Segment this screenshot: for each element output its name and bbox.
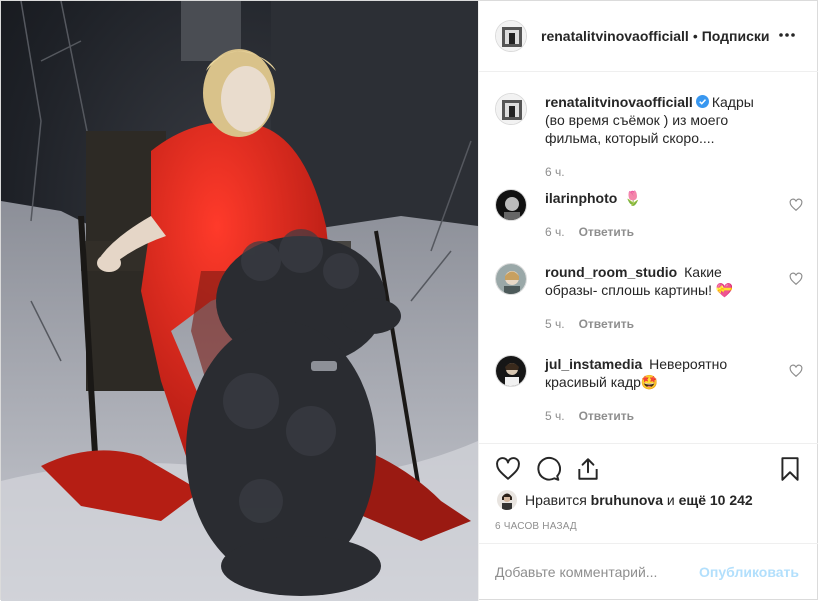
header-user: renatalitvinovaofficiall • Подписки [541, 28, 770, 44]
caption-avatar[interactable] [495, 93, 527, 125]
comment-body: jul_instamedia Невероятно красивый кадр🤩 [545, 355, 775, 391]
comment-username[interactable]: ilarinphoto [545, 190, 617, 206]
author-username[interactable]: renatalitvinovaofficiall [541, 28, 689, 44]
heart-icon[interactable] [789, 272, 803, 286]
comment-body: round_room_studio Какие образы- сплошь к… [545, 263, 775, 299]
caption-time[interactable]: 6 ч. [545, 165, 565, 179]
comment-avatar[interactable] [495, 189, 527, 221]
liker-username[interactable]: bruhunova [591, 492, 663, 508]
comment-username[interactable]: round_room_studio [545, 264, 677, 280]
reply-button[interactable]: Ответить [579, 409, 634, 423]
likes-count[interactable]: ещё 10 242 [679, 492, 753, 508]
comment-body: ilarinphoto 🌷 [545, 189, 775, 207]
post-actions: Нравится bruhunova и ещё 10 242 6 ЧАСОВ … [479, 443, 818, 543]
comment-username[interactable]: jul_instamedia [545, 356, 642, 372]
follow-button[interactable]: Подписки [702, 28, 770, 44]
post-timestamp[interactable]: 6 ЧАСОВ НАЗАД [495, 521, 577, 532]
header-separator: • [692, 28, 698, 44]
publish-button[interactable]: Опубликовать [699, 564, 799, 580]
heart-icon[interactable] [789, 198, 803, 212]
comment-input[interactable] [495, 562, 695, 582]
heart-icon[interactable] [495, 456, 521, 482]
liker-avatar[interactable] [497, 490, 517, 510]
reply-button[interactable]: Ответить [579, 225, 634, 239]
comment-meta: 5 ч. Ответить [545, 317, 634, 331]
comment-avatar[interactable] [495, 355, 527, 387]
caption-body: renatalitvinovaofficiall Кадры (во время … [545, 93, 775, 147]
share-icon[interactable] [575, 456, 601, 482]
caption-username[interactable]: renatalitvinovaofficiall [545, 94, 693, 110]
comment-meta: 5 ч. Ответить [545, 409, 634, 423]
comments-list: renatalitvinovaofficiall Кадры (во время … [479, 73, 818, 443]
verified-badge-icon [695, 95, 709, 108]
post-details-panel: renatalitvinovaofficiall • Подписки renata… [478, 1, 818, 601]
instagram-post: renatalitvinovaofficiall • Подписки renata… [0, 0, 818, 601]
comment-avatar[interactable] [495, 263, 527, 295]
comment-icon[interactable] [535, 456, 561, 482]
comment-time[interactable]: 5 ч. [545, 317, 565, 331]
caption-meta: 6 ч. [545, 165, 565, 179]
photo-illustration [1, 1, 478, 601]
post-header: renatalitvinovaofficiall • Подписки [479, 1, 818, 72]
comment-text: 🌷 [624, 190, 642, 206]
comment-meta: 6 ч. Ответить [545, 225, 634, 239]
more-horizontal-icon[interactable] [777, 25, 797, 45]
reply-button[interactable]: Ответить [579, 317, 634, 331]
post-photo[interactable] [1, 1, 478, 601]
likes-summary: Нравится bruhunova и ещё 10 242 [497, 490, 753, 510]
author-avatar[interactable] [495, 20, 527, 52]
add-comment-bar: Опубликовать [479, 543, 818, 601]
comment-time[interactable]: 6 ч. [545, 225, 565, 239]
likes-prefix: Нравится [525, 492, 587, 508]
bookmark-icon[interactable] [777, 456, 803, 482]
heart-icon[interactable] [789, 364, 803, 378]
comment-time[interactable]: 5 ч. [545, 409, 565, 423]
likes-middle: и [666, 492, 675, 508]
